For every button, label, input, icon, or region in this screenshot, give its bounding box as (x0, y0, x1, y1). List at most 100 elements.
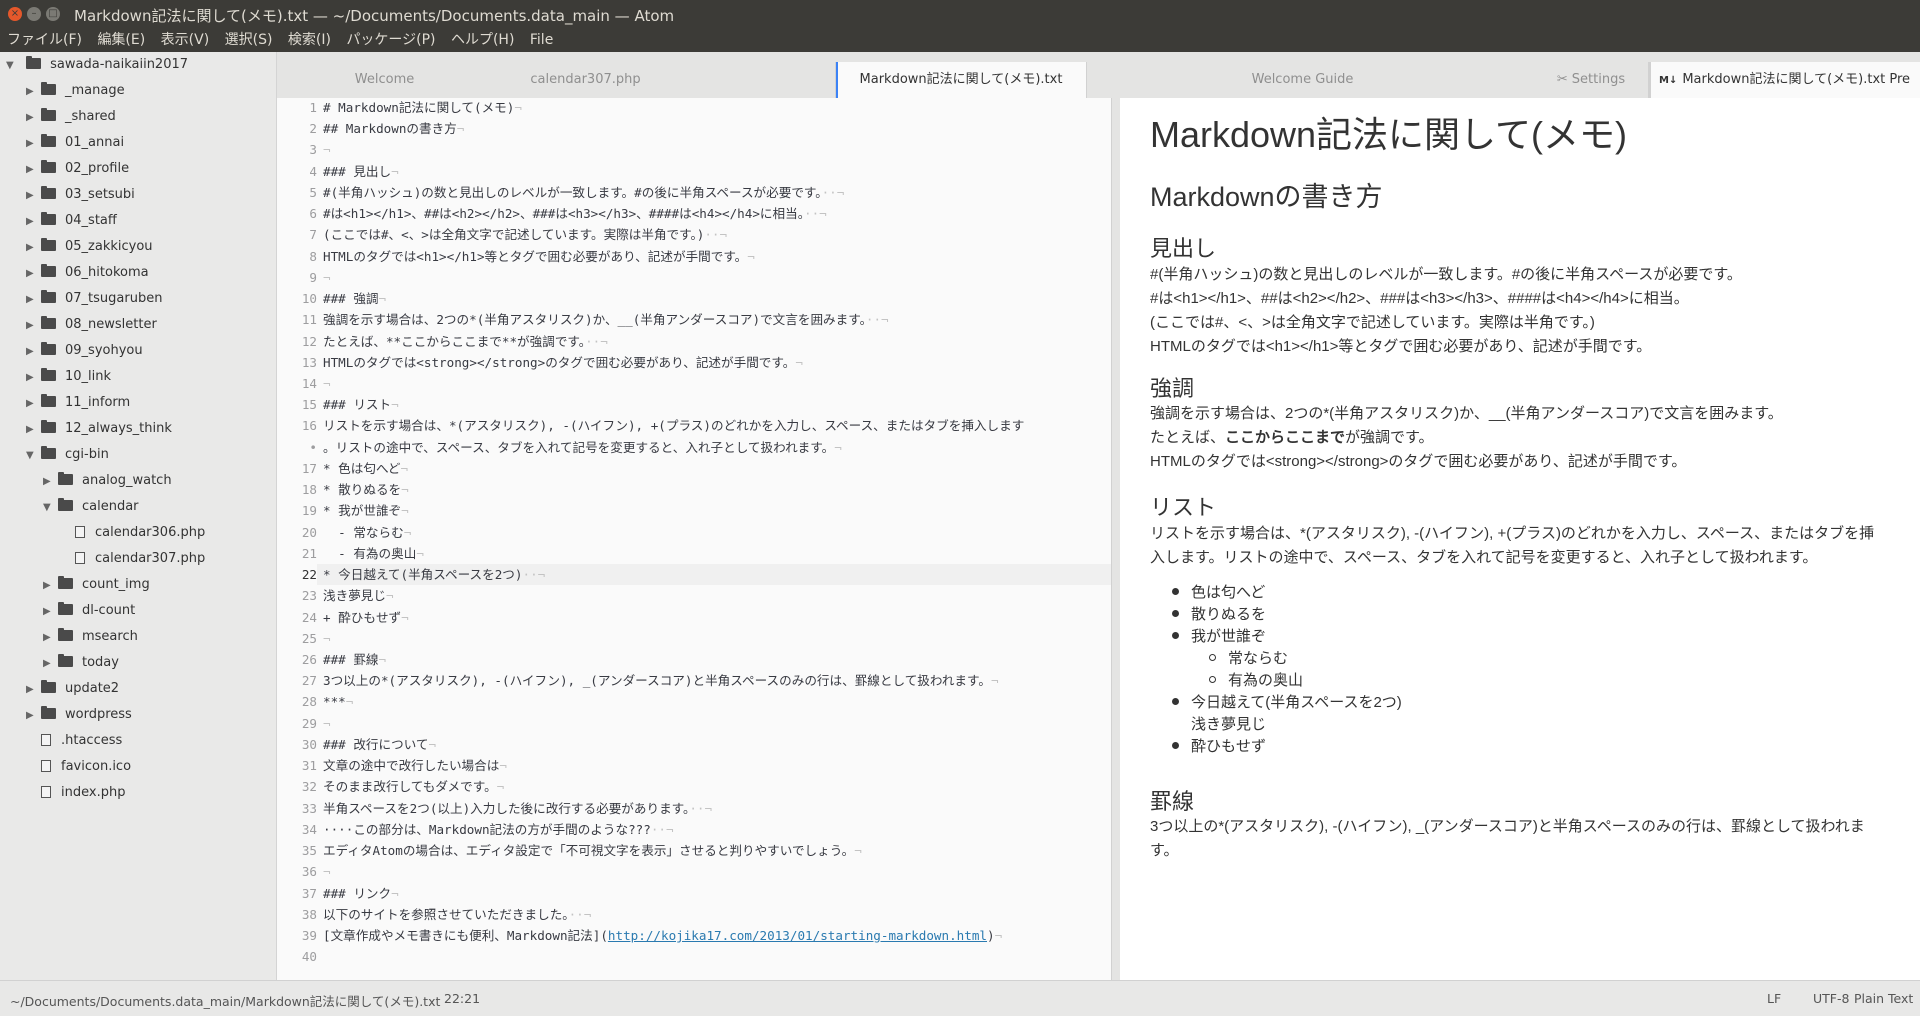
folder-icon (41, 108, 56, 121)
tree-file[interactable]: index.php (26, 780, 125, 806)
tree-folder[interactable]: ▶ today (43, 650, 119, 676)
tree-folder[interactable]: ▼ cgi-bin (26, 442, 109, 468)
line-number: 37 (301, 885, 317, 901)
line-number: 3 (309, 142, 317, 158)
menu-file[interactable]: ファイル(F) (7, 28, 82, 52)
tab-welcome-guide[interactable]: Welcome Guide (1120, 62, 1485, 98)
menu-view[interactable]: 表示(V) (161, 28, 210, 52)
tree-file[interactable]: favicon.ico (26, 754, 131, 780)
tree-folder[interactable]: ▶ 07_tsugaruben (26, 286, 162, 312)
invisible-char-marker: ¬ (416, 545, 424, 561)
code-text: HTMLのタグでは<strong></strong>のタグで囲む必要があり、記述… (323, 354, 796, 370)
tree-folder[interactable]: ▶ update2 (26, 676, 119, 702)
code-line: ¬ (323, 373, 331, 394)
tree-folder[interactable]: ▶ msearch (43, 624, 138, 650)
code-line: ### 強調¬ (323, 288, 386, 309)
chevron-right-icon: ▶ (43, 632, 51, 643)
preview-list-item: 色は匂へど (1172, 582, 1265, 604)
status-cursor-position[interactable]: 22:21 (444, 991, 480, 1006)
line-number-gutter: 1 2 3 4 5 6 7 8 9 10 11 12 13 14 15 16 • 17 18 19 20 21 22 23 24… (277, 98, 317, 980)
tree-file[interactable]: calendar306.php (60, 520, 205, 546)
tab-welcome[interactable]: Welcome (277, 62, 492, 98)
line-number: 15 (301, 397, 317, 413)
invisible-char-marker: ··¬ (568, 906, 592, 922)
status-line-ending[interactable]: LF (1767, 991, 1781, 1006)
tree-folder[interactable]: ▶ 05_zakkicyou (26, 234, 153, 260)
preview-text-line: #(半角ハッシュ)の数と見出しのレベルが一致します。#の後に半角スペースが必要で… (1150, 266, 1742, 283)
tree-folder[interactable]: ▶ 10_link (26, 364, 111, 390)
preview-text: が強調です。 (1345, 429, 1434, 446)
menu-packages[interactable]: パッケージ(P) (346, 28, 435, 52)
markdown-icon: M↓ (1659, 75, 1678, 86)
invisible-char-marker: ¬ (323, 375, 331, 391)
preview-sublist-item: 常ならむ (1209, 648, 1288, 670)
tree-folder[interactable]: ▶ 09_syohyou (26, 338, 143, 364)
pane-divider[interactable] (1112, 98, 1120, 980)
tree-item-label: update2 (65, 681, 120, 696)
invisible-char-marker: ¬ (994, 927, 1003, 943)
code-line: 。リストの途中で、スペース、タブを入れて記号を変更すると、入れ子として扱われます… (323, 437, 842, 458)
code-link[interactable]: http://kojika17.com/2013/01/starting-mar… (608, 928, 987, 943)
tree-folder[interactable]: ▶ 01_annai (26, 130, 124, 156)
menu-help[interactable]: ヘルプ(H) (451, 28, 514, 52)
tree-folder[interactable]: ▶ 06_hitokoma (26, 260, 149, 286)
tree-item-label: count_img (82, 577, 150, 592)
line-number: 26 (301, 651, 317, 667)
status-file-path[interactable]: ~/Documents/Documents.data_main/Markdown… (10, 991, 440, 1010)
tab-markdown-txt[interactable]: Markdown記法に関して(メモ).txt (835, 62, 1087, 98)
line-number: 34 (301, 821, 317, 837)
tree-folder[interactable]: ▶ 11_inform (26, 390, 130, 416)
tree-folder[interactable]: ▶ 04_staff (26, 208, 117, 234)
invisible-char-marker: ¬ (323, 715, 331, 731)
tree-folder[interactable]: ▶ 08_newsletter (26, 312, 157, 338)
tree-folder[interactable]: ▶ analog_watch (43, 468, 172, 494)
line-number: 40 (301, 949, 317, 965)
line-number: 12 (301, 333, 317, 349)
preview-text-line: たとえば、ここからここまでが強調です。 (1150, 426, 1880, 450)
tree-folder[interactable]: ▶ wordpress (26, 702, 132, 728)
preview-h1: Markdown記法に関して(メモ) (1150, 114, 1627, 155)
tree-folder[interactable]: ▶ _manage (26, 78, 125, 104)
invisible-char-marker: ¬ (795, 354, 803, 370)
tree-folder[interactable]: ▶ 12_always_think (26, 416, 172, 442)
line-number: 14 (301, 375, 317, 391)
tree-file[interactable]: .htaccess (26, 728, 122, 754)
code-line: #は<h1></h1>、##は<h2></h2>、###は<h3></h3>、#… (323, 203, 827, 224)
code-line: ¬ (323, 267, 331, 288)
status-grammar[interactable]: Plain Text (1854, 991, 1913, 1006)
tree-file[interactable]: calendar307.php (60, 546, 205, 572)
window-titlebar: × – □ Markdown記法に関して(メモ).txt — ~/Documen… (0, 0, 1920, 28)
code-line: 以下のサイトを参照させていただきました。··¬ (323, 904, 591, 925)
chevron-right-icon: ▶ (43, 580, 51, 591)
menu-edit[interactable]: 編集(E) (97, 28, 145, 52)
chevron-right-icon: ▶ (26, 398, 34, 409)
tree-folder[interactable]: ▶ _shared (26, 104, 116, 130)
line-number: 39 (301, 927, 317, 943)
preview-h2: Markdownの書き方 (1150, 182, 1383, 212)
tree-folder[interactable]: ▶ 02_profile (26, 156, 129, 182)
code-text: ) (987, 927, 995, 943)
menu-selection[interactable]: 選択(S) (225, 28, 273, 52)
menu-find[interactable]: 検索(I) (288, 28, 331, 52)
list-text: 色は匂へど (1191, 584, 1266, 601)
tree-folder[interactable]: ▶ dl-count (43, 598, 135, 624)
tab-calendar307[interactable]: calendar307.php (492, 62, 679, 98)
maximize-window-button[interactable]: □ (46, 7, 60, 21)
chevron-right-icon: ▶ (26, 294, 34, 305)
minimize-window-button[interactable]: – (27, 7, 41, 21)
menu-bar: ファイル(F) 編集(E) 表示(V) 選択(S) 検索(I) パッケージ(P)… (0, 28, 1920, 52)
tree-root[interactable]: ▼ sawada-naikaiin2017 (6, 52, 188, 78)
text-editor[interactable]: 1 2 3 4 5 6 7 8 9 10 11 12 13 14 15 16 • 17 18 19 20 21 22 23 24… (277, 98, 1112, 980)
close-window-button[interactable]: × (8, 7, 22, 21)
line-number: 10 (301, 291, 317, 307)
tree-folder[interactable]: ▶ count_img (43, 572, 150, 598)
tree-folder[interactable]: ▶ 03_setsubi (26, 182, 135, 208)
code-line: - 常ならむ¬ (323, 522, 411, 543)
tab-markdown-preview[interactable]: M↓ Markdown記法に関して(メモ).txt Pre (1648, 62, 1920, 98)
preview-list-item: 酔ひもせず (1172, 736, 1266, 758)
menu-file-extra[interactable]: File (530, 28, 553, 52)
status-encoding[interactable]: UTF-8 (1813, 991, 1849, 1006)
tree-folder[interactable]: ▼ calendar (43, 494, 139, 520)
code-line: ### 改行について¬ (323, 734, 436, 755)
tree-item-label: _manage (65, 83, 125, 98)
